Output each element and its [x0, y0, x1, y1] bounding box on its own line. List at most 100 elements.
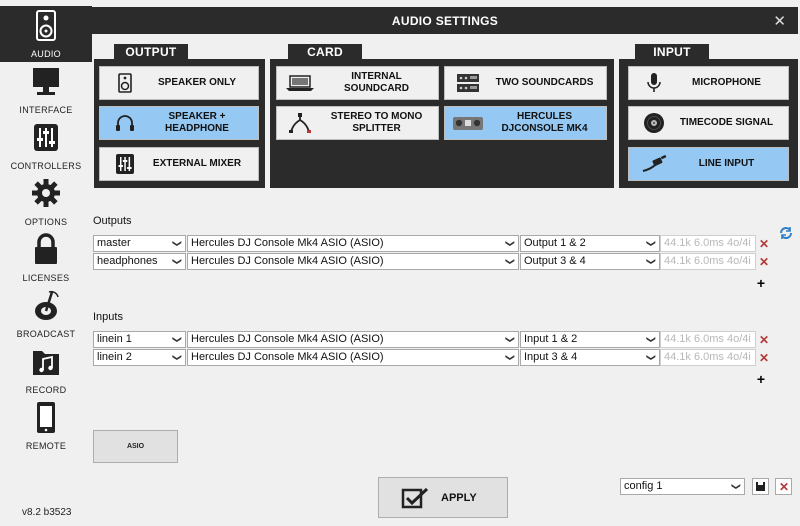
- select-value: linein 1: [97, 333, 132, 345]
- sidebar-item-remote[interactable]: REMOTE: [0, 398, 92, 454]
- input-port-select[interactable]: Input 1 & 2 ❯: [520, 331, 660, 348]
- select-value: linein 2: [97, 351, 132, 363]
- sidebar-item-licenses[interactable]: LICENSES: [0, 230, 92, 286]
- output-group: SPEAKER ONLY SPEAKER + HEADPHONE EXTERNA…: [94, 59, 265, 188]
- output-speaker-headphone-button[interactable]: SPEAKER + HEADPHONE: [99, 106, 259, 140]
- refresh-icon[interactable]: [778, 225, 794, 241]
- option-label: TWO SOUNDCARDS: [495, 77, 594, 88]
- outputs-section-label: Outputs: [93, 215, 132, 227]
- select-value: Input 1 & 2: [524, 333, 578, 345]
- chevron-down-icon: ❯: [646, 239, 657, 248]
- sliders-icon: [34, 124, 58, 151]
- card-hercules-mk4-button[interactable]: HERCULES DJCONSOLE MK4: [444, 106, 607, 140]
- sidebar-item-broadcast[interactable]: BROADCAST: [0, 286, 92, 342]
- option-label: MICROPHONE: [692, 77, 761, 88]
- select-value: Hercules DJ Console Mk4 ASIO (ASIO): [191, 255, 384, 267]
- output-speaker-only-button[interactable]: SPEAKER ONLY: [99, 66, 259, 100]
- input-port-select[interactable]: Input 3 & 4 ❯: [520, 349, 660, 366]
- sidebar-item-label: LICENSES: [22, 273, 70, 283]
- input-channel-select[interactable]: linein 2 ❯: [93, 349, 186, 366]
- input-line-input-button[interactable]: LINE INPUT: [628, 147, 789, 181]
- card-stereo-mono-splitter-button[interactable]: STEREO TO MONO SPLITTER: [276, 106, 439, 140]
- delete-row-icon[interactable]: ✕: [758, 238, 770, 250]
- sidebar-item-label: CONTROLLERS: [10, 161, 82, 171]
- laptop-icon: [286, 75, 314, 91]
- chevron-down-icon: ❯: [172, 239, 183, 248]
- sidebar-item-options[interactable]: OPTIONS: [0, 174, 92, 230]
- monitor-icon: [33, 68, 59, 95]
- delete-row-icon[interactable]: ✕: [758, 334, 770, 346]
- sidebar-item-label: BROADCAST: [16, 329, 76, 339]
- output-port-select[interactable]: Output 1 & 2 ❯: [520, 235, 660, 252]
- delete-row-icon[interactable]: ✕: [758, 352, 770, 364]
- chevron-down-icon: ❯: [172, 353, 183, 362]
- chevron-down-icon: ❯: [505, 353, 516, 362]
- controller-icon: [453, 117, 483, 130]
- input-microphone-button[interactable]: MICROPHONE: [628, 66, 789, 100]
- chevron-down-icon: ❯: [646, 257, 657, 266]
- delete-config-button[interactable]: ✕: [775, 478, 792, 495]
- add-input-icon[interactable]: +: [755, 372, 767, 386]
- inputs-section-label: Inputs: [93, 311, 123, 323]
- option-label: INTERNAL SOUNDCARD: [344, 71, 409, 94]
- select-value: Output 1 & 2: [524, 237, 586, 249]
- vinyl-icon: [644, 113, 664, 133]
- output-device-select[interactable]: Hercules DJ Console Mk4 ASIO (ASIO) ❯: [187, 235, 519, 252]
- add-output-icon[interactable]: +: [755, 276, 767, 290]
- save-icon: [756, 482, 765, 491]
- apply-button[interactable]: APPLY: [378, 477, 508, 518]
- sidebar-item-label: OPTIONS: [24, 217, 68, 227]
- audio-settings-panel: AUDIO SETTINGS ✕ OUTPUT SPEAKER ONLY SPE…: [92, 7, 800, 526]
- sidebar-item-label: RECORD: [25, 385, 67, 395]
- checkbox-check-icon: [401, 487, 429, 509]
- select-value: Input 3 & 4: [524, 351, 578, 363]
- output-port-select[interactable]: Output 3 & 4 ❯: [520, 253, 660, 270]
- input-device-select[interactable]: Hercules DJ Console Mk4 ASIO (ASIO) ❯: [187, 331, 519, 348]
- output-device-select[interactable]: Hercules DJ Console Mk4 ASIO (ASIO) ❯: [187, 253, 519, 270]
- input-info: 44.1k 6.0ms 4o/4i: [660, 349, 756, 366]
- sidebar-item-label: REMOTE: [25, 441, 67, 451]
- card-two-soundcards-button[interactable]: TWO SOUNDCARDS: [444, 66, 607, 100]
- delete-row-icon[interactable]: ✕: [758, 256, 770, 268]
- select-value: Hercules DJ Console Mk4 ASIO (ASIO): [191, 333, 384, 345]
- output-group-title: OUTPUT: [114, 44, 188, 60]
- select-value: Output 3 & 4: [524, 255, 586, 267]
- output-channel-select[interactable]: master ❯: [93, 235, 186, 252]
- card-internal-soundcard-button[interactable]: INTERNAL SOUNDCARD: [276, 66, 439, 100]
- select-value: config 1: [624, 480, 663, 492]
- output-channel-select[interactable]: headphones ❯: [93, 253, 186, 270]
- settings-sidebar: AUDIO INTERFACE CONTROLLERS OPTIONS LICE…: [0, 0, 92, 526]
- output-info: 44.1k 6.0ms 4o/4i: [660, 235, 756, 252]
- sidebar-item-record[interactable]: RECORD: [0, 342, 92, 398]
- output-external-mixer-button[interactable]: EXTERNAL MIXER: [99, 147, 259, 181]
- chevron-down-icon: ❯: [172, 335, 183, 344]
- speaker-icon: [118, 73, 132, 93]
- sidebar-item-interface[interactable]: INTERFACE: [0, 62, 92, 118]
- input-group-title: INPUT: [635, 44, 709, 60]
- input-channel-select[interactable]: linein 1 ❯: [93, 331, 186, 348]
- chevron-down-icon: ❯: [172, 257, 183, 266]
- mixer-icon: [116, 154, 134, 174]
- sidebar-item-audio[interactable]: AUDIO: [0, 6, 92, 62]
- close-icon[interactable]: ✕: [773, 12, 786, 30]
- option-label: STEREO TO MONO SPLITTER: [330, 111, 423, 134]
- option-label: TIMECODE SIGNAL: [679, 117, 774, 128]
- title-bar: AUDIO SETTINGS ✕: [92, 7, 798, 34]
- input-timecode-button[interactable]: TIMECODE SIGNAL: [628, 106, 789, 140]
- select-value: master: [97, 237, 131, 249]
- rca-cable-icon: [642, 154, 667, 172]
- asio-panel-button[interactable]: ASIO: [93, 430, 178, 463]
- music-folder-icon: [33, 351, 59, 375]
- save-config-button[interactable]: [752, 478, 769, 495]
- select-value: headphones: [97, 255, 158, 267]
- select-value: Hercules DJ Console Mk4 ASIO (ASIO): [191, 351, 384, 363]
- config-select[interactable]: config 1 ❯: [620, 478, 745, 495]
- input-device-select[interactable]: Hercules DJ Console Mk4 ASIO (ASIO) ❯: [187, 349, 519, 366]
- chevron-down-icon: ❯: [646, 335, 657, 344]
- chevron-down-icon: ❯: [646, 353, 657, 362]
- select-value: Hercules DJ Console Mk4 ASIO (ASIO): [191, 237, 384, 249]
- output-info: 44.1k 6.0ms 4o/4i: [660, 253, 756, 270]
- sidebar-item-controllers[interactable]: CONTROLLERS: [0, 118, 92, 174]
- apply-label: APPLY: [441, 492, 477, 504]
- asio-label: ASIO: [126, 443, 145, 450]
